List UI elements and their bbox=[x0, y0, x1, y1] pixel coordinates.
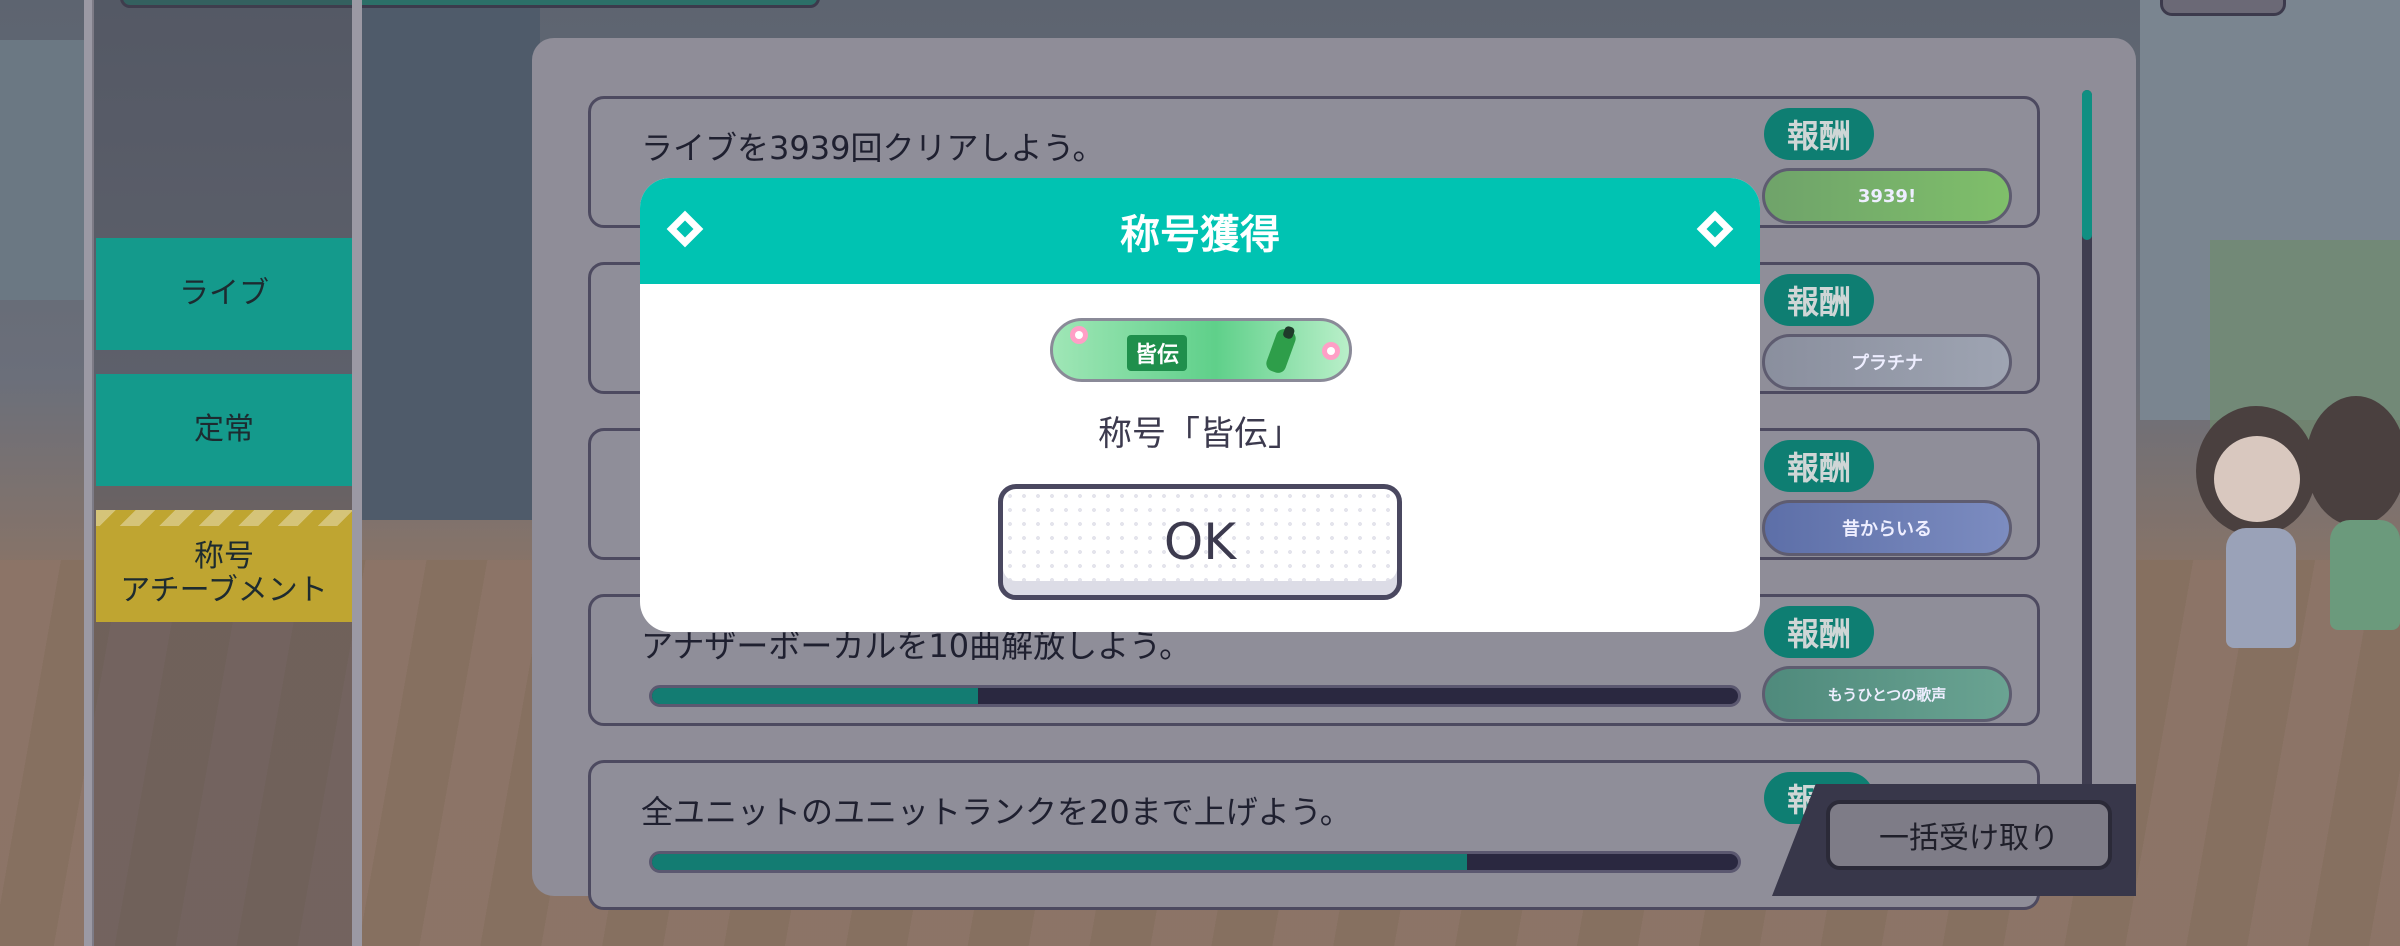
tab-title-achievement-body: 称号 アチーブメント bbox=[96, 526, 352, 622]
chibi-character bbox=[2306, 396, 2400, 526]
ok-button[interactable]: OK bbox=[998, 484, 1402, 600]
scroll-thumb[interactable] bbox=[2082, 90, 2092, 240]
modal-header: 称号獲得 bbox=[640, 178, 1760, 284]
acquired-title-plate-label: 皆伝 bbox=[1127, 335, 1188, 371]
tab-live[interactable]: ライブ bbox=[96, 238, 352, 350]
acquired-title-plate: 皆伝 bbox=[1050, 318, 1352, 382]
chibi-face bbox=[2214, 436, 2300, 522]
reward-title-text: 3939! bbox=[1857, 185, 1917, 207]
acquired-title-text: 称号「皆伝」 bbox=[1098, 414, 1302, 454]
progress-fill bbox=[652, 688, 978, 704]
flower-icon bbox=[1322, 342, 1340, 360]
list-scrollbar[interactable] bbox=[2082, 90, 2092, 850]
reward-title-plate[interactable]: 3939! bbox=[1762, 168, 2012, 224]
reward-badge: 報酬 bbox=[1764, 440, 1874, 492]
tab-live-label: ライブ bbox=[179, 276, 269, 311]
reward-title-text: プラチナ bbox=[1851, 353, 1923, 374]
title-acquired-modal: 称号獲得 皆伝 称号「皆伝」 OK bbox=[640, 178, 1760, 632]
chibi-body bbox=[2226, 528, 2296, 648]
modal-title: 称号獲得 bbox=[1120, 212, 1280, 258]
mission-text: ライブを3939回クリアしよう。 bbox=[641, 129, 1105, 167]
reward-title-plate[interactable]: プラチナ bbox=[1762, 334, 2012, 390]
flower-icon bbox=[1070, 326, 1088, 344]
tab-title-achievement-label: 称号 アチーブメント bbox=[120, 539, 328, 608]
ok-button-label: OK bbox=[1163, 513, 1237, 571]
reward-title-plate[interactable]: もうひとつの歌声 bbox=[1762, 666, 2012, 722]
top-right-tab[interactable] bbox=[2160, 0, 2286, 16]
chibi-body bbox=[2330, 520, 2400, 630]
bulk-receive-button[interactable]: 一括受け取り bbox=[1826, 800, 2112, 870]
reward-title-text: 昔からいる bbox=[1842, 519, 1932, 540]
reward-badge: 報酬 bbox=[1764, 274, 1874, 326]
building bbox=[360, 0, 540, 520]
mission-text: 全ユニットのユニットランクを20まで上げよう。 bbox=[641, 793, 1352, 831]
progress-bar bbox=[649, 851, 1741, 873]
reward-title-text: もうひとつの歌声 bbox=[1827, 685, 1947, 704]
penlight-icon bbox=[1266, 326, 1296, 373]
tab-title-achievement[interactable]: 称号 アチーブメント bbox=[96, 510, 352, 622]
reward-badge: 報酬 bbox=[1764, 606, 1874, 658]
reward-badge: 報酬 bbox=[1764, 108, 1874, 160]
tab-regular[interactable]: 定常 bbox=[96, 374, 352, 486]
progress-fill bbox=[652, 854, 1467, 870]
sidebar-rail bbox=[352, 0, 362, 946]
reward-title-plate[interactable]: 昔からいる bbox=[1762, 500, 2012, 556]
progress-bar bbox=[649, 685, 1741, 707]
building bbox=[0, 40, 90, 300]
tab-regular-label: 定常 bbox=[194, 412, 254, 447]
